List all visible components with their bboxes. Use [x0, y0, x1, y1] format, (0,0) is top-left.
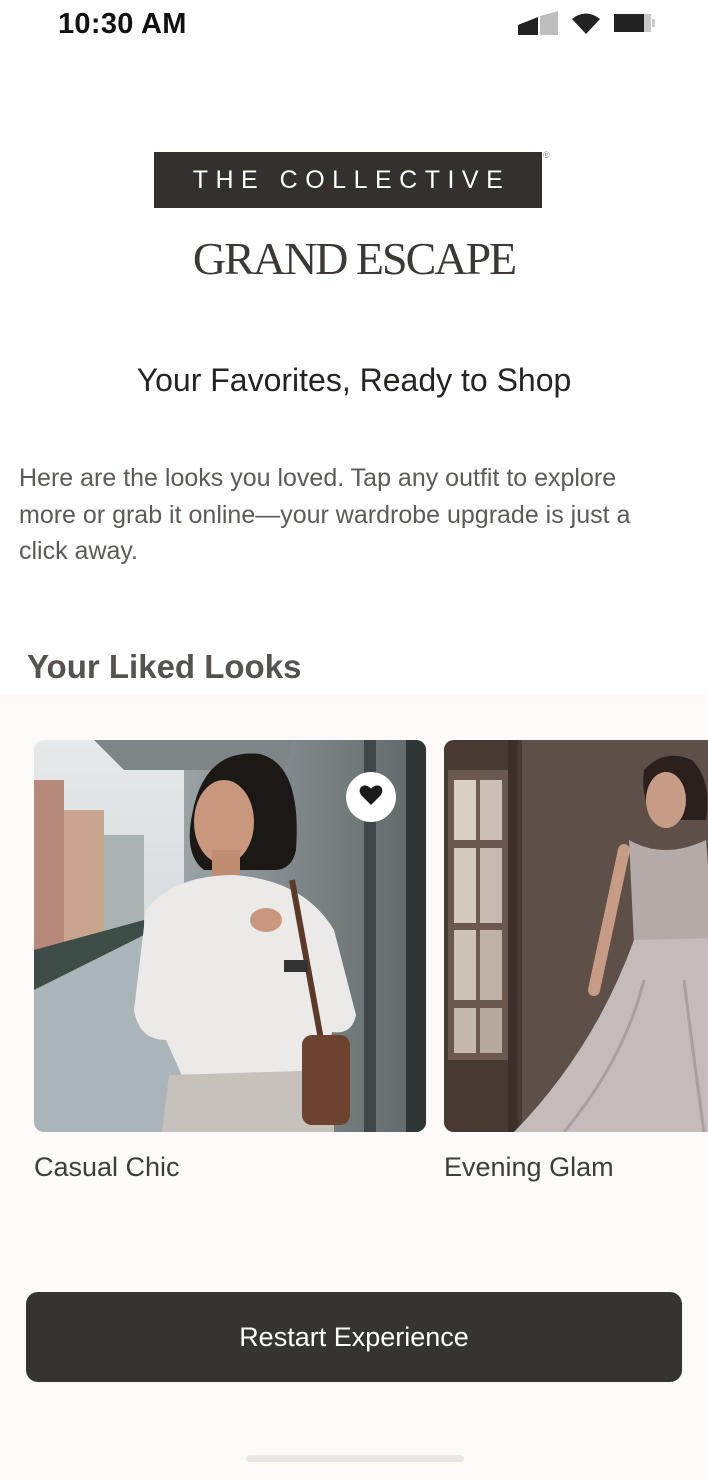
look-photo-casual-chic[interactable]	[34, 740, 426, 1132]
brand-logo-text: THE COLLECTIVE	[192, 165, 511, 194]
page-title: Your Favorites, Ready to Shop	[136, 362, 572, 398]
like-button[interactable]	[346, 772, 396, 822]
look-card-evening-glam[interactable]: Evening Glam	[444, 740, 708, 1183]
battery-icon	[614, 12, 656, 39]
wifi-icon	[572, 12, 600, 39]
look-card-casual-chic[interactable]: Casual Chic	[34, 740, 426, 1183]
look-label: Casual Chic	[34, 1152, 180, 1182]
brand-subtitle: GRAND ESCAPE	[192, 233, 517, 284]
status-bar: 10:30 AM	[0, 0, 708, 50]
section-title-liked-looks: Your Liked Looks	[27, 648, 302, 685]
cellular-signal-icon	[518, 10, 558, 40]
intro-text: Here are the looks you loved. Tap any ou…	[19, 464, 631, 565]
look-photo-evening-glam[interactable]	[444, 740, 708, 1132]
liked-looks-carousel[interactable]: Casual Chic Evening Glam	[0, 740, 708, 1210]
look-label: Evening Glam	[444, 1152, 614, 1182]
registered-mark: ®	[543, 150, 550, 160]
status-icons	[518, 10, 656, 40]
heart-icon	[359, 784, 383, 811]
home-indicator[interactable]	[246, 1455, 464, 1462]
status-time: 10:30 AM	[58, 8, 187, 40]
restart-experience-button[interactable]: Restart Experience	[26, 1292, 682, 1382]
brand-logo: THE COLLECTIVE	[154, 152, 542, 208]
